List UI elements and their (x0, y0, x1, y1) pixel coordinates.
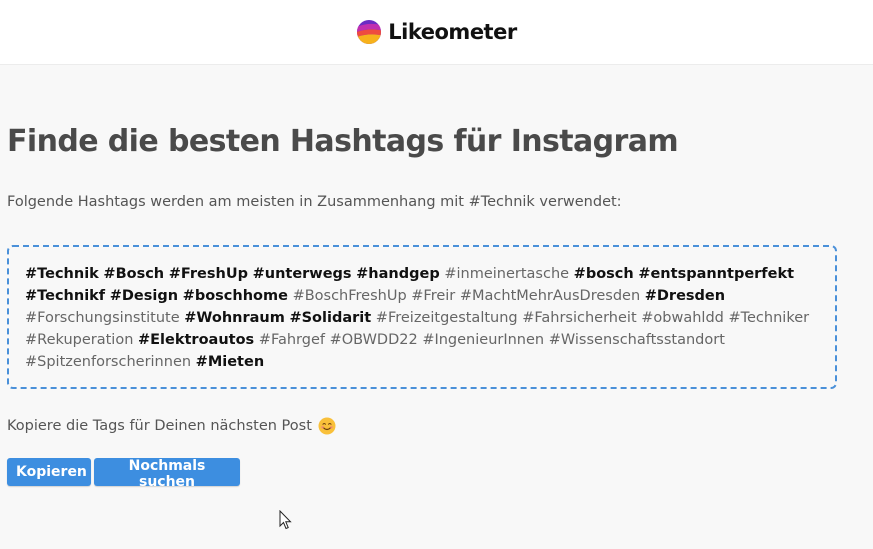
top-bar: Likeometer (0, 0, 873, 65)
search-again-button[interactable]: Nochmals suchen (94, 458, 240, 490)
hashtag: #entspanntperfekt (638, 266, 795, 282)
intro-text: Folgende Hashtags werden am meisten in Z… (7, 194, 622, 210)
hashtag: #OBWDD22 (329, 332, 418, 348)
hashtag: #Design (109, 288, 179, 304)
copy-hint-text: Kopiere die Tags für Deinen nächsten Pos… (7, 418, 312, 434)
hashtag: #Spitzenforscherinnen (25, 354, 192, 370)
smiling-face-emoji-icon (318, 417, 336, 435)
hashtag: #Forschungsinstitute (25, 310, 180, 326)
hashtag: #Technik (25, 266, 99, 282)
hashtag: #Fahrgef (258, 332, 325, 348)
hashtag: #Mieten (195, 354, 265, 370)
brand-name: Likeometer (388, 20, 517, 44)
hashtag: #handgep (356, 266, 440, 282)
hashtag: #MachtMehrAusDresden (459, 288, 641, 304)
likeometer-logo-icon (357, 20, 382, 44)
brand[interactable]: Likeometer (356, 19, 517, 45)
hashtag: #unterwegs (252, 266, 352, 282)
hashtag: #Elektroautos (138, 332, 255, 348)
hashtag-box[interactable]: #Technik #Bosch #FreshUp #unterwegs #han… (7, 245, 837, 389)
hashtag: #boschhome (182, 288, 288, 304)
hashtag: #obwahldd (641, 310, 724, 326)
hashtag: #Solidarit (289, 310, 372, 326)
hashtag: #Rekuperation (25, 332, 134, 348)
copy-button[interactable]: Kopieren (7, 458, 91, 486)
hashtag: #Dresden (644, 288, 726, 304)
hashtag: #Freir (411, 288, 456, 304)
hashtag: #Wissenschaftsstandort (548, 332, 725, 348)
hashtag: #Technikf (25, 288, 106, 304)
hashtag: #BoschFreshUp (292, 288, 407, 304)
copy-hint: Kopiere die Tags für Deinen nächsten Pos… (7, 417, 336, 435)
hashtag: #Techniker (728, 310, 810, 326)
hashtag: #FreshUp (168, 266, 248, 282)
hashtag: #IngenieurInnen (422, 332, 545, 348)
hashtag: #Bosch (103, 266, 165, 282)
mouse-pointer-icon (279, 510, 292, 530)
hashtag: #Fahrsicherheit (522, 310, 637, 326)
hashtag: #inmeinertasche (444, 266, 570, 282)
hashtag: #Freizeitgestaltung (375, 310, 518, 326)
hashtag: #Wohnraum (184, 310, 285, 326)
hashtag: #bosch (573, 266, 634, 282)
page-title: Finde die besten Hashtags für Instagram (7, 124, 679, 159)
